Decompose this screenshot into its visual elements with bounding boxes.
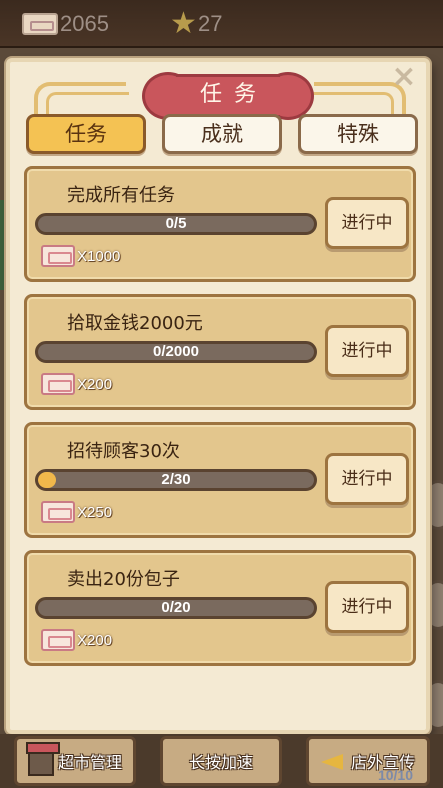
ticket-counter: 2065 [22, 8, 109, 40]
task-reward: X250 [41, 501, 112, 523]
task-progress-bar: 0/20 [35, 597, 317, 619]
ticket-count: 2065 [60, 11, 109, 36]
promo-count: 10/10 [377, 767, 413, 783]
tab-tasks[interactable]: 任务 [26, 114, 146, 154]
in-progress-button[interactable]: 进行中 [325, 325, 409, 377]
task-reward: X1000 [41, 245, 120, 267]
task-title: 卖出20份包子 [67, 569, 180, 590]
task-title: 招待顾客30次 [67, 441, 180, 462]
hold-speedup-button[interactable]: 长按加速 [160, 736, 282, 786]
task-panel: 任务 × 任务 成就 特殊 完成所有任务 0/5 X1000 进行中 拾取金钱2… [6, 58, 430, 734]
ticket-icon [41, 501, 75, 523]
reward-amount: X200 [77, 631, 113, 649]
task-card: 拾取金钱2000元 0/2000 X200 进行中 [24, 294, 416, 410]
star-count: 27 [198, 11, 223, 36]
in-progress-button[interactable]: 进行中 [325, 581, 409, 633]
progress-text: 2/30 [161, 471, 191, 488]
star-counter: 27 [170, 6, 223, 41]
task-card: 卖出20份包子 0/20 X200 进行中 [24, 550, 416, 666]
megaphone-icon [320, 750, 347, 772]
header-ornament-left [34, 82, 129, 116]
tab-bar: 任务 成就 特殊 [26, 114, 418, 156]
top-hud: 2065 27 [0, 0, 443, 48]
task-card: 完成所有任务 0/5 X1000 进行中 [24, 166, 416, 282]
progress-text: 0/5 [165, 215, 187, 232]
progress-text: 0/2000 [153, 343, 199, 360]
task-card: 招待顾客30次 2/30 X250 进行中 [24, 422, 416, 538]
reward-amount: X200 [77, 375, 113, 393]
market-manage-button[interactable]: 超市管理 [14, 736, 136, 786]
hold-speedup-label: 长按加速 [188, 753, 253, 772]
task-reward: X200 [41, 629, 112, 651]
task-progress-bar: 0/2000 [35, 341, 317, 363]
task-reward: X200 [41, 373, 112, 395]
panel-title: 任务 [199, 82, 268, 107]
tab-special[interactable]: 特殊 [298, 114, 418, 154]
reward-amount: X1000 [77, 247, 121, 265]
star-icon [170, 6, 198, 41]
task-progress-bar: 0/5 [35, 213, 317, 235]
market-manage-label: 超市管理 [57, 753, 122, 772]
ticket-icon [41, 245, 75, 267]
outdoor-promo-button[interactable]: 店外宣传 10/10 [306, 736, 430, 786]
ticket-icon [41, 373, 75, 395]
progress-text: 0/20 [161, 599, 191, 616]
ticket-icon [22, 13, 58, 35]
tab-achievements[interactable]: 成就 [162, 114, 282, 154]
close-icon[interactable]: × [390, 62, 418, 92]
in-progress-button[interactable]: 进行中 [325, 453, 409, 505]
task-title: 完成所有任务 [67, 185, 175, 206]
task-progress-bar: 2/30 [35, 469, 317, 491]
task-title: 拾取金钱2000元 [67, 313, 203, 334]
task-list[interactable]: 完成所有任务 0/5 X1000 进行中 拾取金钱2000元 0/2000 X2… [24, 166, 416, 718]
in-progress-button[interactable]: 进行中 [325, 197, 409, 249]
panel-header: 任务 [34, 72, 406, 120]
ticket-icon [41, 629, 75, 651]
reward-amount: X250 [77, 503, 113, 521]
bottom-bar: 超市管理 长按加速 店外宣传 10/10 [0, 734, 443, 788]
shop-icon [25, 742, 60, 776]
title-banner: 任务 [142, 72, 314, 120]
